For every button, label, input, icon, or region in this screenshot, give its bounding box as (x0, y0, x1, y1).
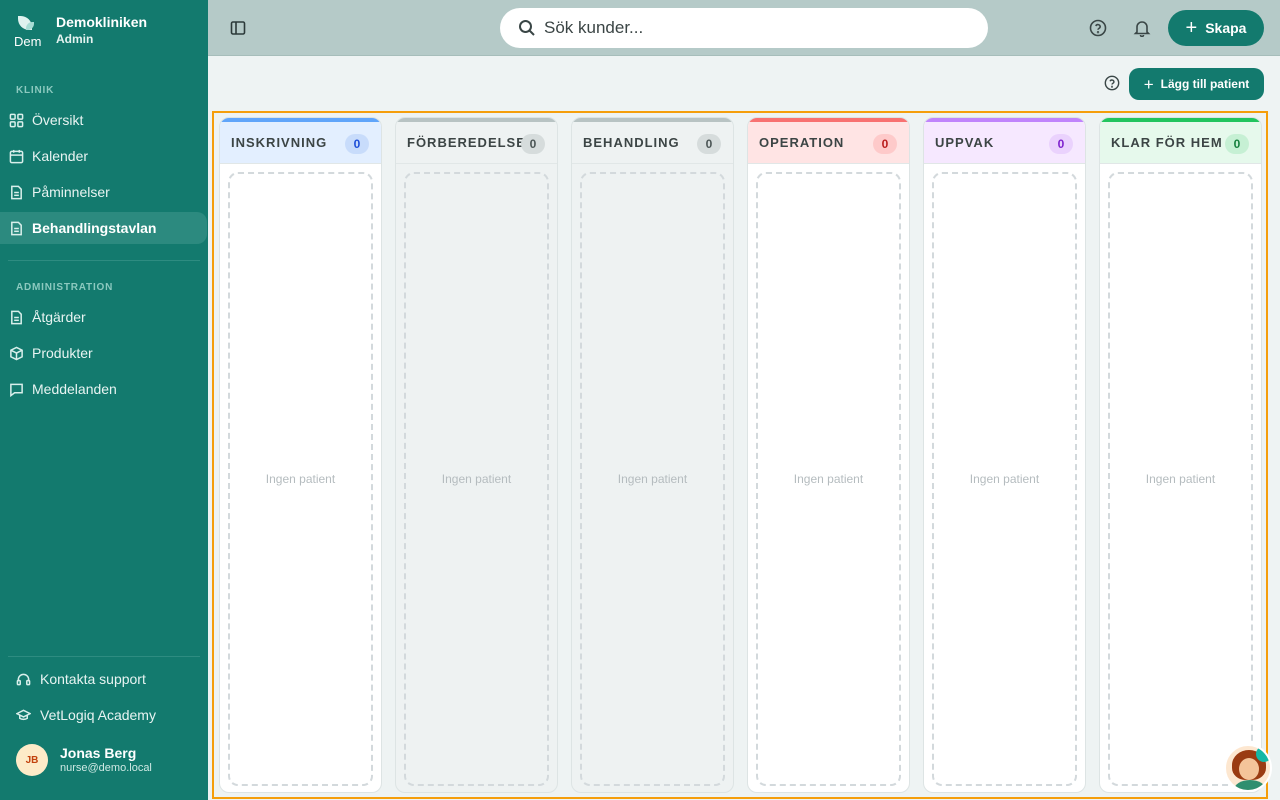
sidebar-item-kalender[interactable]: Kalender (0, 140, 207, 172)
headset-icon (16, 673, 31, 685)
message-icon (8, 381, 24, 397)
empty-state-text: Ingen patient (617, 472, 688, 486)
board-help-button[interactable] (1104, 75, 1122, 93)
user-role: Admin (56, 31, 94, 46)
sidebar-divider (8, 656, 200, 657)
contact-support-link[interactable]: Kontakta support (16, 671, 146, 687)
board-column: KLAR FÖR HEM 0 Ingen patient (1099, 117, 1262, 793)
notifications-button[interactable] (1132, 18, 1152, 38)
column-dropzone[interactable]: Ingen patient (756, 172, 901, 786)
column-dropzone[interactable]: Ingen patient (404, 172, 549, 786)
column-header: INSKRIVNING 0 (220, 122, 381, 164)
add-patient-button[interactable]: + Lägg till patient (1129, 68, 1264, 100)
sidebar-item-paminnelser[interactable]: Påminnelser (0, 176, 207, 208)
sidebar-item-label: Meddelanden (32, 381, 117, 397)
calendar-icon (8, 148, 24, 164)
column-count-badge: 0 (1225, 134, 1249, 154)
document-icon (8, 184, 24, 200)
user-email: nurse@demo.local (60, 761, 152, 774)
search-bar[interactable] (500, 8, 988, 48)
sidebar-divider (8, 260, 200, 261)
document-icon (8, 309, 24, 325)
plus-icon: + (1185, 17, 1198, 39)
add-patient-label: Lägg till patient (1160, 77, 1250, 91)
clinic-logo-icon: Dem (14, 14, 46, 46)
avatar: JB (16, 744, 48, 776)
assistant-avatar-button[interactable] (1224, 744, 1272, 792)
column-title: INSKRIVNING (231, 135, 328, 150)
chat-badge-icon (1256, 746, 1270, 762)
sidebar-item-meddelanden[interactable]: Meddelanden (0, 373, 207, 405)
user-name: Jonas Berg (60, 745, 137, 761)
column-title: BEHANDLING (583, 135, 680, 150)
search-icon (519, 20, 535, 36)
column-count-badge: 0 (873, 134, 897, 154)
sidebar-item-label: Behandlingstavlan (32, 220, 157, 236)
column-title: OPERATION (759, 135, 845, 150)
academy-link[interactable]: VetLogiq Academy (16, 707, 156, 723)
sidebar-item-label: Kalender (32, 148, 89, 164)
column-title: FÖRBEREDELSE (407, 135, 526, 150)
search-input[interactable] (544, 18, 944, 38)
column-count-badge: 0 (697, 134, 721, 154)
sidebar-toggle-button[interactable] (228, 18, 248, 38)
create-button[interactable]: + Skapa (1168, 10, 1264, 46)
sidebar-item-label: Översikt (32, 112, 84, 128)
grid-icon (8, 112, 24, 128)
section-label-klinik: KLINIK (16, 85, 55, 96)
sidebar-item-label: Åtgärder (32, 309, 86, 325)
topbar: + Skapa (208, 0, 1280, 56)
column-header: UPPVAK 0 (924, 122, 1085, 164)
bell-icon (1133, 21, 1151, 37)
section-label-administration: ADMINISTRATION (16, 282, 114, 293)
board-column: FÖRBEREDELSE 0 Ingen patient (395, 117, 558, 793)
help-icon (1104, 75, 1120, 91)
sidebar-panel-icon (230, 21, 246, 35)
column-count-badge: 0 (521, 134, 545, 154)
column-title: UPPVAK (935, 135, 995, 150)
column-count-badge: 0 (1049, 134, 1073, 154)
sidebar-item-behandlingstavlan[interactable]: Behandlingstavlan (0, 212, 207, 244)
graduation-cap-icon (16, 709, 31, 720)
empty-state-text: Ingen patient (1145, 472, 1216, 486)
column-header: FÖRBEREDELSE 0 (396, 122, 557, 164)
plus-icon: + (1143, 74, 1154, 94)
board-column: OPERATION 0 Ingen patient (747, 117, 910, 793)
board-column: INSKRIVNING 0 Ingen patient (219, 117, 382, 793)
sidebar-item-label: Produkter (32, 345, 93, 361)
contact-support-label: Kontakta support (40, 671, 146, 687)
column-count-badge: 0 (345, 134, 369, 154)
empty-state-text: Ingen patient (793, 472, 864, 486)
column-header: BEHANDLING 0 (572, 122, 733, 164)
document-icon (8, 220, 24, 236)
sidebar-item-oversikt[interactable]: Översikt (0, 104, 207, 136)
help-button[interactable] (1088, 18, 1108, 38)
sidebar: Dem Demokliniken Admin KLINIK Översikt K… (0, 0, 208, 800)
user-profile[interactable]: JB Jonas Berg nurse@demo.local (16, 744, 152, 776)
brand[interactable]: Dem Demokliniken Admin (14, 14, 147, 47)
column-dropzone[interactable]: Ingen patient (932, 172, 1077, 786)
column-title: KLAR FÖR HEM (1111, 135, 1223, 150)
create-label: Skapa (1205, 20, 1247, 36)
column-header: OPERATION 0 (748, 122, 909, 164)
sidebar-item-produkter[interactable]: Produkter (0, 337, 207, 369)
sidebar-item-label: Påminnelser (32, 184, 110, 200)
board-column: BEHANDLING 0 Ingen patient (571, 117, 734, 793)
academy-label: VetLogiq Academy (40, 707, 156, 723)
help-icon (1089, 19, 1107, 37)
board-column: UPPVAK 0 Ingen patient (923, 117, 1086, 793)
logo-text: Dem (14, 34, 42, 46)
box-icon (8, 345, 24, 361)
column-dropzone[interactable]: Ingen patient (580, 172, 725, 786)
empty-state-text: Ingen patient (265, 472, 336, 486)
column-dropzone[interactable]: Ingen patient (228, 172, 373, 786)
empty-state-text: Ingen patient (969, 472, 1040, 486)
treatment-board: INSKRIVNING 0 Ingen patient FÖRBEREDELSE… (212, 111, 1268, 799)
sidebar-item-atgarder[interactable]: Åtgärder (0, 301, 207, 333)
clinic-name: Demokliniken (56, 14, 148, 30)
empty-state-text: Ingen patient (441, 472, 512, 486)
column-dropzone[interactable]: Ingen patient (1108, 172, 1253, 786)
column-header: KLAR FÖR HEM 0 (1100, 122, 1261, 164)
